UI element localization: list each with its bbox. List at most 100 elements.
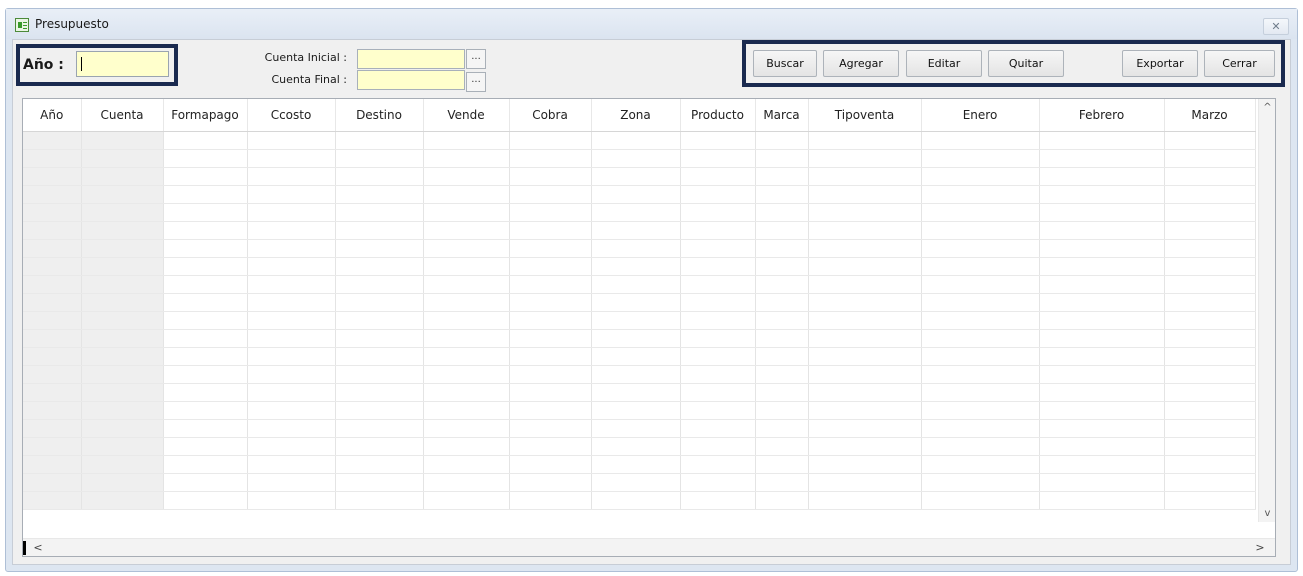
grid-cell[interactable]: [921, 383, 1040, 402]
grid-cell[interactable]: [591, 167, 681, 186]
vertical-scrollbar[interactable]: ^ v: [1258, 99, 1275, 522]
grid-cell[interactable]: [23, 383, 82, 402]
grid-cell[interactable]: [423, 185, 510, 204]
grid-cell[interactable]: [921, 275, 1040, 294]
grid-cell[interactable]: [335, 491, 424, 510]
table-row[interactable]: [23, 131, 1256, 150]
grid-cell[interactable]: [163, 365, 248, 384]
grid-cell[interactable]: [335, 203, 424, 222]
grid-cell[interactable]: [680, 491, 756, 510]
buscar-button[interactable]: Buscar: [753, 50, 817, 77]
grid-cell[interactable]: [591, 437, 681, 456]
grid-cell[interactable]: [23, 455, 82, 474]
table-row[interactable]: [23, 311, 1256, 330]
grid-cell[interactable]: [755, 275, 809, 294]
grid-cell[interactable]: [247, 203, 336, 222]
grid-cell[interactable]: [591, 149, 681, 168]
cuenta-inicial-picker-button[interactable]: ...: [466, 49, 486, 69]
grid-cell[interactable]: [591, 221, 681, 240]
grid-cell[interactable]: [163, 473, 248, 492]
column-header[interactable]: Enero: [921, 99, 1040, 132]
scroll-down-icon[interactable]: v: [1259, 505, 1275, 522]
grid-cell[interactable]: [755, 383, 809, 402]
column-header[interactable]: Vende: [423, 99, 510, 132]
grid-cell[interactable]: [23, 131, 82, 150]
grid-cell[interactable]: [680, 221, 756, 240]
grid-cell[interactable]: [23, 275, 82, 294]
column-header[interactable]: Ccosto: [247, 99, 336, 132]
grid-cell[interactable]: [1164, 365, 1256, 384]
scroll-right-icon[interactable]: >: [1251, 539, 1269, 556]
grid-cell[interactable]: [23, 293, 82, 312]
grid-cell[interactable]: [1039, 167, 1165, 186]
table-row[interactable]: [23, 329, 1256, 348]
grid-cell[interactable]: [755, 311, 809, 330]
grid-cell[interactable]: [509, 419, 592, 438]
grid-cell[interactable]: [247, 221, 336, 240]
grid-cell[interactable]: [591, 419, 681, 438]
table-row[interactable]: [23, 221, 1256, 240]
column-header[interactable]: Cobra: [509, 99, 592, 132]
grid-cell[interactable]: [808, 167, 922, 186]
grid-cell[interactable]: [921, 239, 1040, 258]
grid-cell[interactable]: [755, 293, 809, 312]
grid-cell[interactable]: [163, 221, 248, 240]
table-row[interactable]: [23, 257, 1256, 276]
grid-cell[interactable]: [808, 293, 922, 312]
grid-cell[interactable]: [423, 167, 510, 186]
grid-cell[interactable]: [335, 365, 424, 384]
grid-cell[interactable]: [808, 221, 922, 240]
grid-cell[interactable]: [808, 311, 922, 330]
grid-cell[interactable]: [23, 437, 82, 456]
table-row[interactable]: [23, 365, 1256, 384]
grid-cell[interactable]: [755, 455, 809, 474]
grid-cell[interactable]: [23, 221, 82, 240]
grid-cell[interactable]: [1164, 149, 1256, 168]
grid-cell[interactable]: [1039, 437, 1165, 456]
grid-cell[interactable]: [81, 239, 164, 258]
grid-cell[interactable]: [921, 149, 1040, 168]
grid-cell[interactable]: [808, 149, 922, 168]
grid-cell[interactable]: [423, 257, 510, 276]
grid-cell[interactable]: [680, 437, 756, 456]
grid-cell[interactable]: [755, 365, 809, 384]
grid-cell[interactable]: [81, 473, 164, 492]
grid-cell[interactable]: [1039, 131, 1165, 150]
table-row[interactable]: [23, 275, 1256, 294]
grid-cell[interactable]: [755, 401, 809, 420]
grid-cell[interactable]: [680, 365, 756, 384]
grid-cell[interactable]: [1039, 257, 1165, 276]
table-row[interactable]: [23, 239, 1256, 258]
cuenta-inicial-input[interactable]: [357, 49, 465, 69]
grid-cell[interactable]: [163, 329, 248, 348]
grid-cell[interactable]: [163, 383, 248, 402]
grid-cell[interactable]: [1039, 329, 1165, 348]
grid-cell[interactable]: [23, 419, 82, 438]
grid-cell[interactable]: [163, 347, 248, 366]
grid-cell[interactable]: [1039, 473, 1165, 492]
grid-cell[interactable]: [247, 185, 336, 204]
grid-cell[interactable]: [591, 293, 681, 312]
grid-cell[interactable]: [81, 311, 164, 330]
grid-cell[interactable]: [808, 437, 922, 456]
editar-button[interactable]: Editar: [906, 50, 982, 77]
column-header[interactable]: Formapago: [163, 99, 248, 132]
table-row[interactable]: [23, 347, 1256, 366]
grid-cell[interactable]: [247, 473, 336, 492]
grid-cell[interactable]: [1039, 455, 1165, 474]
grid-cell[interactable]: [423, 365, 510, 384]
grid-cell[interactable]: [335, 437, 424, 456]
grid-cell[interactable]: [23, 401, 82, 420]
grid-cell[interactable]: [1039, 365, 1165, 384]
grid-cell[interactable]: [1039, 185, 1165, 204]
grid-cell[interactable]: [335, 167, 424, 186]
grid-cell[interactable]: [423, 347, 510, 366]
grid-cell[interactable]: [23, 149, 82, 168]
grid-cell[interactable]: [23, 239, 82, 258]
grid-cell[interactable]: [1039, 149, 1165, 168]
grid-cell[interactable]: [423, 491, 510, 510]
grid-cell[interactable]: [680, 275, 756, 294]
table-row[interactable]: [23, 185, 1256, 204]
grid-cell[interactable]: [423, 419, 510, 438]
grid-cell[interactable]: [335, 257, 424, 276]
